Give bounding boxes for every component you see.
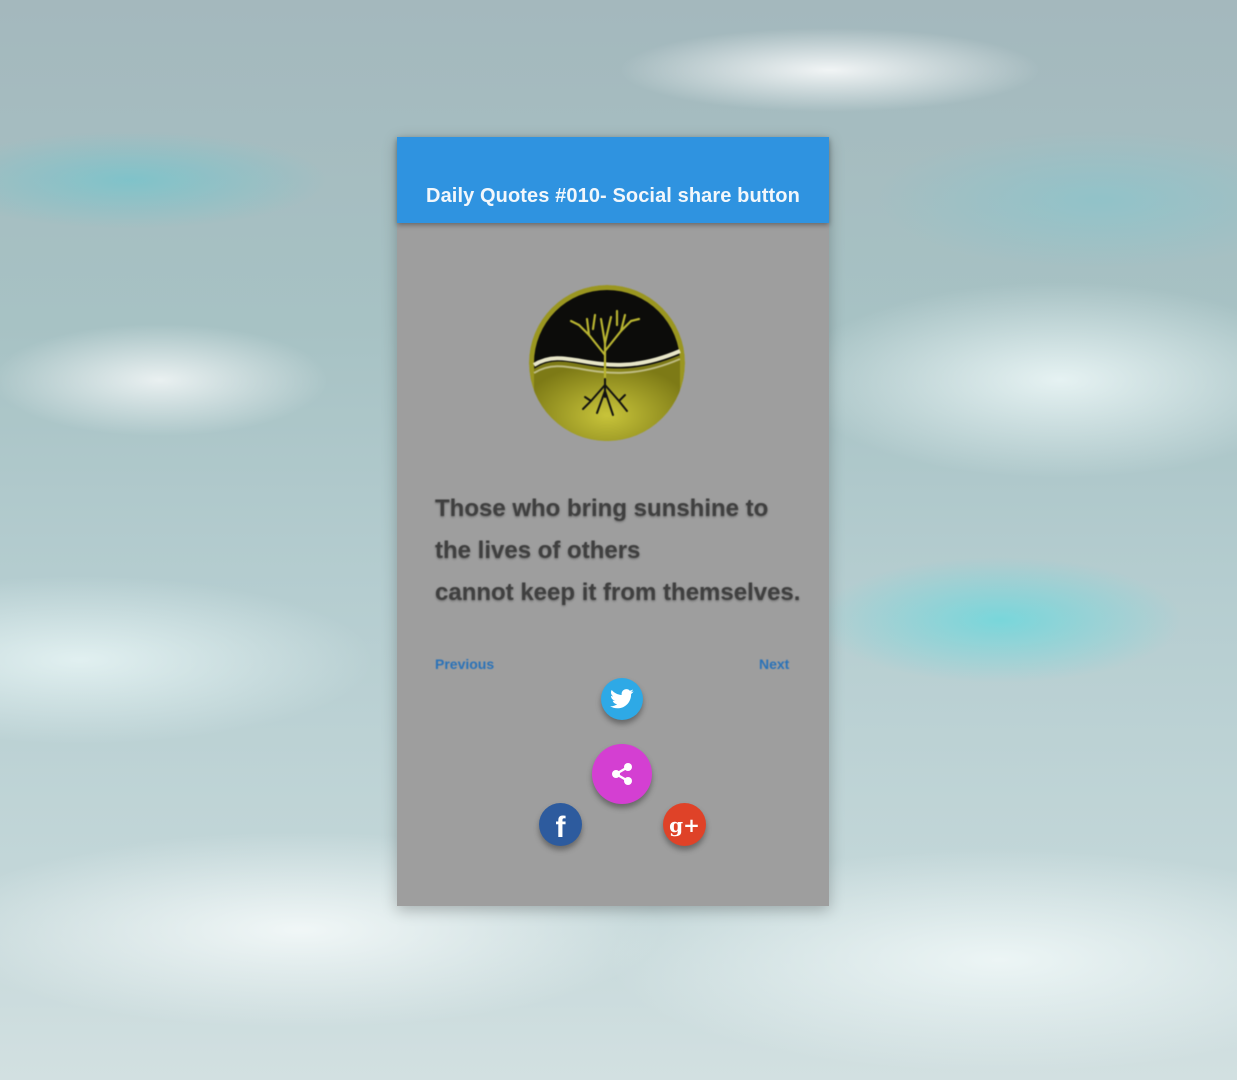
facebook-icon: f [555, 810, 566, 844]
previous-link[interactable]: Previous [435, 656, 494, 672]
app-bar: Daily Quotes #010- Social share button [397, 137, 829, 223]
quote-line: cannot keep it from themselves. [435, 579, 801, 606]
google-plus-share-button[interactable]: g+ [663, 803, 706, 846]
next-link[interactable]: Next [759, 656, 789, 672]
quote-card: Daily Quotes #010- Social share button T… [397, 137, 829, 906]
share-icon [612, 763, 632, 785]
tree-of-life-logo-icon [529, 285, 685, 441]
twitter-share-button[interactable] [601, 678, 643, 720]
page-title: Daily Quotes #010- Social share button [426, 185, 800, 207]
quote-text: Those who bring sunshine to the lives of… [435, 488, 815, 614]
quote-line: the lives of others [435, 537, 641, 564]
twitter-icon [610, 689, 634, 709]
share-button[interactable] [592, 744, 652, 804]
google-plus-icon: g+ [669, 812, 700, 837]
facebook-share-button[interactable]: f [539, 803, 582, 846]
quote-line: Those who bring sunshine to [435, 495, 769, 522]
